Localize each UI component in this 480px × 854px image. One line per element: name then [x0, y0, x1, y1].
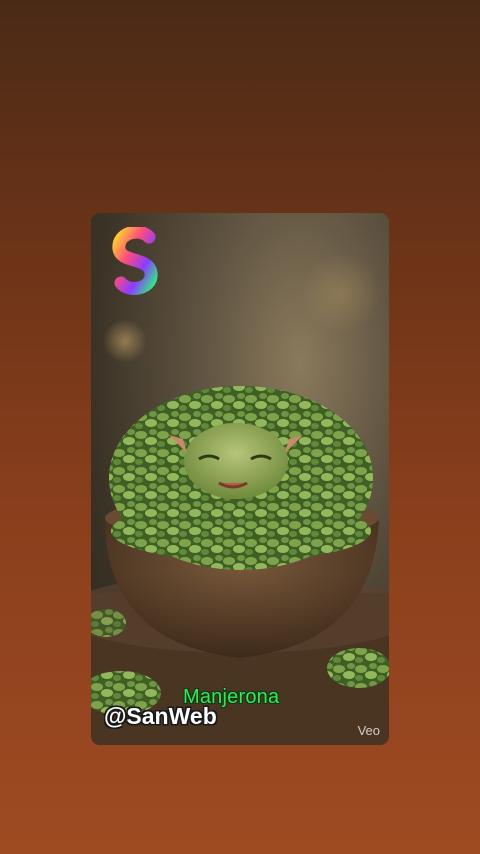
video-frame[interactable]: Manjerona @SanWeb Veo: [91, 213, 389, 745]
veo-watermark: Veo: [357, 723, 380, 738]
gradient-s-logo-icon: [112, 227, 158, 295]
creator-handle: @SanWeb: [104, 703, 217, 729]
